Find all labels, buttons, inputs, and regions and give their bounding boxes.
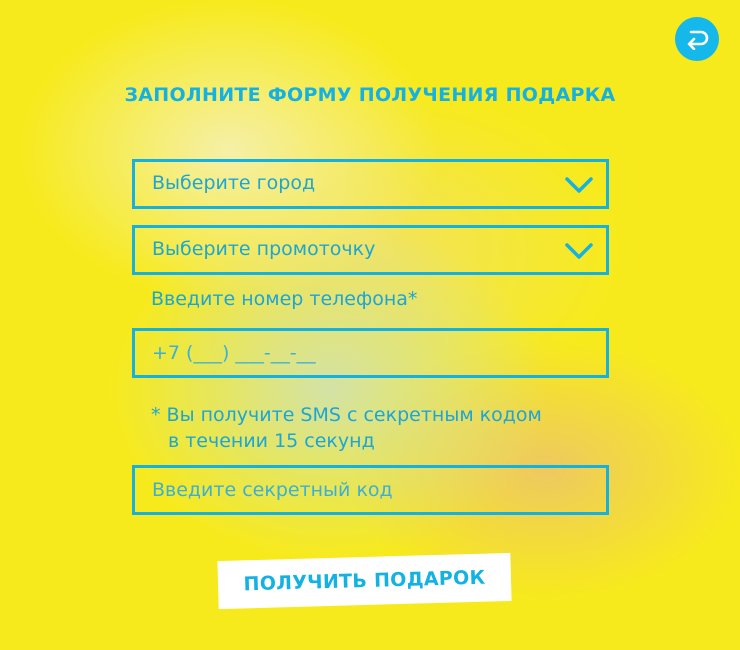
back-button[interactable] <box>675 17 719 61</box>
sms-note-line2: в течении 15 секунд <box>168 430 375 452</box>
sms-note-line1: * Вы получите SMS с секретным кодом <box>151 404 542 426</box>
chevron-down-icon <box>565 243 593 259</box>
chevron-down-icon <box>565 177 593 193</box>
phone-input[interactable] <box>135 331 606 375</box>
promo-select-value: Выберите промоточку <box>152 238 376 260</box>
page-title: ЗАПОЛНИТЕ ФОРМУ ПОЛУЧЕНИЯ ПОДАРКА <box>124 84 616 106</box>
code-field[interactable] <box>132 465 609 515</box>
back-arrow-icon <box>687 30 709 50</box>
promo-select[interactable]: Выберите промоточку <box>132 225 609 275</box>
code-input[interactable] <box>135 468 606 512</box>
city-select[interactable]: Выберите город <box>132 159 609 209</box>
phone-field[interactable] <box>132 328 609 378</box>
sms-note: * Вы получите SMS с секретным кодом в те… <box>151 402 542 454</box>
get-gift-button[interactable]: ПОЛУЧИТЬ ПОДАРОК <box>217 552 512 610</box>
phone-label: Введите номер телефона* <box>151 288 418 310</box>
city-select-value: Выберите город <box>152 172 316 194</box>
